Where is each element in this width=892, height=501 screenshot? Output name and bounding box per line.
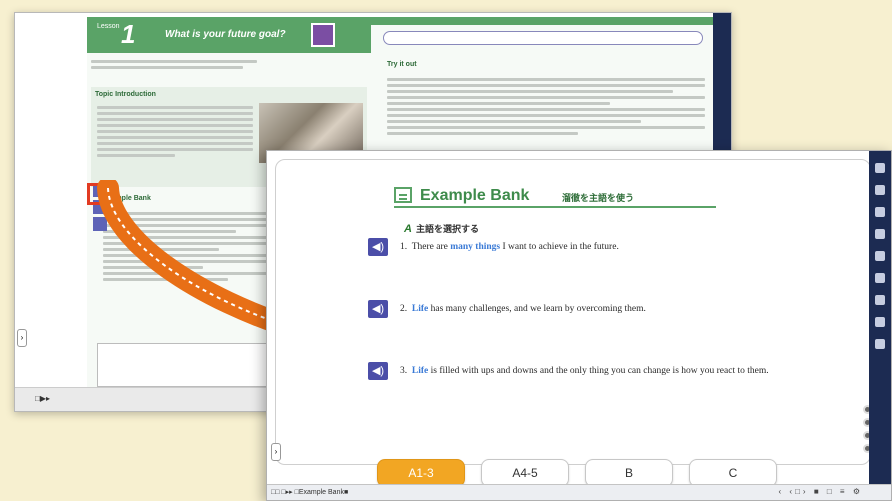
example-bank-icon [394, 187, 412, 203]
example-highlight: Life [411, 366, 429, 376]
topic-title: Topic Introduction [95, 91, 156, 98]
try-it-out-text [387, 75, 705, 138]
collapse-handle[interactable]: › [271, 443, 281, 461]
speaker-button-1[interactable]: ◀) [368, 238, 388, 256]
example-pre: There are [411, 242, 451, 252]
toolbar-button[interactable] [875, 251, 885, 261]
example-bank-subtitle: 溜徹を主語を使う [562, 193, 635, 203]
example-num: 1. [400, 242, 408, 252]
toolbar-button[interactable] [875, 339, 885, 349]
top-accent-bar [371, 17, 715, 25]
toolbar-button[interactable] [875, 185, 885, 195]
example-num: 2. [400, 304, 408, 314]
toolbar-button[interactable] [875, 207, 885, 217]
lesson-title: What is your future goal? [165, 29, 286, 40]
tab-c[interactable]: C [689, 459, 777, 487]
speaker-button-3[interactable]: ◀) [368, 362, 388, 380]
toolbar-button[interactable] [875, 295, 885, 305]
example-post: is filled with ups and downs and the onl… [428, 366, 769, 376]
try-it-out-title: Try it out [387, 61, 417, 68]
example-bank-header: Example Bank 溜徹を主語を使う [394, 186, 716, 208]
status-bar: □□ □▸▸ □Example Bank■ ‹ ‹□› ■ □ ≡ ⚙ [267, 484, 891, 500]
status-label: □▶▸ [35, 394, 50, 403]
section-label: 主語を選択する [415, 224, 479, 234]
toolbar-button[interactable] [875, 273, 885, 283]
example-bank-panel: Example Bank 溜徹を主語を使う A 主語を選択する ◀) 1. The… [275, 159, 871, 465]
lesson-label: Lesson [97, 23, 120, 30]
status-controls[interactable]: ‹ ‹□› ■ □ ≡ ⚙ [779, 487, 863, 496]
collapse-handle[interactable]: › [17, 329, 27, 347]
goal-banner [383, 31, 703, 45]
warmup-text [91, 57, 367, 72]
toolbar-rail [869, 151, 891, 500]
tab-b[interactable]: B [585, 459, 673, 487]
tab-a1-3[interactable]: A1-3 [377, 459, 465, 487]
section-heading: A 主語を選択する [404, 222, 479, 235]
section-letter: A [404, 223, 412, 235]
example-bank-title: Example Bank [420, 187, 530, 204]
example-sentence-1: 1. There are many things I want to achie… [400, 240, 840, 255]
example-bank-window: Example Bank 溜徹を主語を使う A 主語を選択する ◀) 1. The… [266, 150, 892, 501]
toolbar-button[interactable] [875, 317, 885, 327]
status-left: □□ □▸▸ □Example Bank■ [271, 489, 349, 496]
example-highlight: Life [411, 304, 429, 314]
tab-a4-5[interactable]: A4-5 [481, 459, 569, 487]
lesson-audio-icon[interactable] [311, 23, 335, 47]
speaker-button-2[interactable]: ◀) [368, 300, 388, 318]
example-num: 3. [400, 366, 408, 376]
example-highlight: many things [450, 242, 501, 252]
toolbar-button[interactable] [875, 163, 885, 173]
example-sentence-3: 3. Life is filled with ups and downs and… [400, 364, 860, 379]
example-post: I want to achieve in the future. [500, 242, 619, 252]
example-post: has many challenges, and we learn by ove… [428, 304, 646, 314]
toolbar-button[interactable] [875, 229, 885, 239]
example-sentence-2: 2. Life has many challenges, and we lear… [400, 302, 840, 317]
lesson-number: 1 [121, 19, 136, 49]
lesson-header: Lesson 1 What is your future goal? [87, 17, 371, 53]
